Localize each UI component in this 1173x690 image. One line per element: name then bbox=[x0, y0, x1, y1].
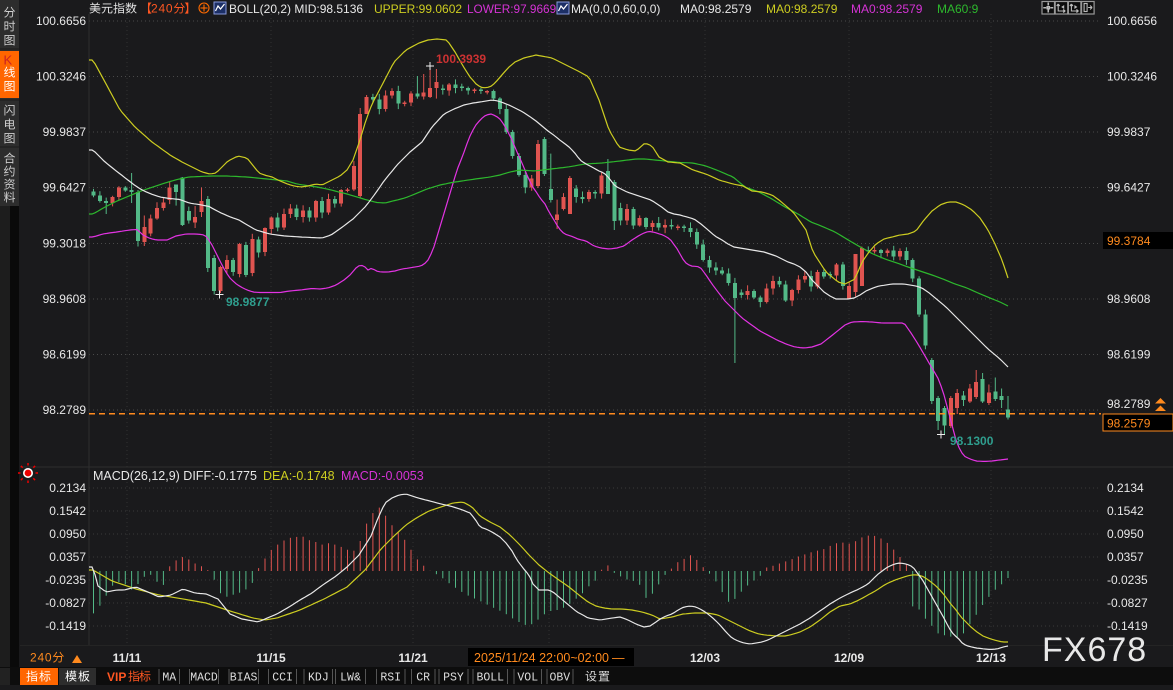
svg-text:MACD:-0.0053: MACD:-0.0053 bbox=[341, 469, 424, 483]
svg-text:99.3784: 99.3784 bbox=[1107, 234, 1151, 248]
svg-text:MA(0,0,0,60,0,0): MA(0,0,0,60,0,0) bbox=[571, 2, 660, 16]
svg-text:100.3246: 100.3246 bbox=[1107, 70, 1157, 84]
svg-text:11/21: 11/21 bbox=[398, 651, 428, 665]
svg-text:MACD: MACD bbox=[190, 672, 218, 685]
svg-text:RSI: RSI bbox=[380, 672, 401, 685]
svg-text:99.6427: 99.6427 bbox=[1107, 181, 1151, 195]
svg-text:98.6199: 98.6199 bbox=[1107, 347, 1151, 361]
svg-text:99.9837: 99.9837 bbox=[1107, 125, 1151, 139]
svg-text:MA: MA bbox=[162, 672, 176, 685]
svg-text:MA0:98.2579: MA0:98.2579 bbox=[766, 2, 838, 16]
svg-text:100.3246: 100.3246 bbox=[36, 70, 86, 84]
svg-text:BOLL(20,2) MID:98.5136: BOLL(20,2) MID:98.5136 bbox=[229, 2, 363, 16]
svg-text:CCI: CCI bbox=[272, 672, 293, 685]
svg-text:0.2134: 0.2134 bbox=[49, 481, 86, 495]
svg-text:2025/11/24 22:00~02:00: 2025/11/24 22:00~02:00 bbox=[474, 651, 609, 665]
svg-text:K: K bbox=[4, 52, 13, 67]
svg-text:—: — bbox=[612, 651, 625, 665]
svg-text:11/11: 11/11 bbox=[113, 651, 142, 665]
svg-text:BIAS: BIAS bbox=[230, 672, 258, 685]
svg-text:-0.0827: -0.0827 bbox=[45, 596, 86, 610]
svg-text:DEA:-0.1748: DEA:-0.1748 bbox=[263, 469, 335, 483]
svg-text:0.2134: 0.2134 bbox=[1107, 481, 1144, 495]
svg-text:-0.0235: -0.0235 bbox=[1107, 573, 1148, 587]
svg-text:0.1542: 0.1542 bbox=[1107, 504, 1144, 518]
svg-text:0.0357: 0.0357 bbox=[1107, 550, 1144, 564]
svg-text:0.0950: 0.0950 bbox=[49, 527, 86, 541]
svg-text:FX678: FX678 bbox=[1042, 631, 1147, 669]
svg-text:99.9837: 99.9837 bbox=[43, 125, 87, 139]
svg-text:MACD(26,12,9) DIFF:-0.1775: MACD(26,12,9) DIFF:-0.1775 bbox=[93, 469, 257, 483]
svg-text:100.6656: 100.6656 bbox=[36, 14, 86, 28]
svg-text:99.3018: 99.3018 bbox=[43, 236, 87, 250]
svg-text:98.9608: 98.9608 bbox=[43, 292, 87, 306]
svg-text:-0.0235: -0.0235 bbox=[45, 573, 86, 587]
svg-text:99.6427: 99.6427 bbox=[43, 181, 87, 195]
svg-text:0: 0 bbox=[45, 651, 52, 665]
svg-text:0.0357: 0.0357 bbox=[49, 550, 86, 564]
svg-text:98.9608: 98.9608 bbox=[1107, 292, 1151, 306]
svg-text:12/09: 12/09 bbox=[834, 651, 864, 665]
svg-text:VOL: VOL bbox=[517, 672, 538, 685]
svg-text:-0.0827: -0.0827 bbox=[1107, 596, 1148, 610]
svg-text:98.1300: 98.1300 bbox=[950, 434, 994, 448]
svg-text:100.3939: 100.3939 bbox=[436, 52, 486, 66]
svg-text:98.2579: 98.2579 bbox=[1107, 417, 1151, 431]
svg-text:LOWER:97.9669: LOWER:97.9669 bbox=[467, 2, 556, 16]
svg-text:4: 4 bbox=[37, 651, 44, 665]
svg-text:VIP: VIP bbox=[107, 670, 126, 684]
svg-text:BOLL: BOLL bbox=[476, 672, 504, 685]
svg-text:MA60:9: MA60:9 bbox=[937, 2, 979, 16]
svg-text:OBV: OBV bbox=[549, 672, 570, 685]
svg-text:4: 4 bbox=[158, 2, 165, 16]
svg-text:UPPER:99.0602: UPPER:99.0602 bbox=[374, 2, 462, 16]
svg-text:100.6656: 100.6656 bbox=[1107, 14, 1157, 28]
svg-text:PSY: PSY bbox=[443, 672, 464, 685]
svg-text:0.0950: 0.0950 bbox=[1107, 527, 1144, 541]
svg-text:98.2789: 98.2789 bbox=[1107, 397, 1151, 411]
svg-text:0.1542: 0.1542 bbox=[49, 504, 86, 518]
svg-text:11/15: 11/15 bbox=[256, 651, 286, 665]
svg-text:2: 2 bbox=[151, 2, 158, 16]
svg-text:KDJ: KDJ bbox=[308, 672, 329, 685]
svg-text:LW&: LW& bbox=[340, 672, 361, 685]
svg-text:MA0:98.2579: MA0:98.2579 bbox=[680, 2, 752, 16]
svg-text:CR: CR bbox=[416, 672, 430, 685]
svg-text:2: 2 bbox=[30, 651, 37, 665]
svg-text:12/13: 12/13 bbox=[976, 651, 1006, 665]
svg-text:-0.1419: -0.1419 bbox=[45, 619, 86, 633]
svg-text:MA0:98.2579: MA0:98.2579 bbox=[851, 2, 923, 16]
svg-text:12/03: 12/03 bbox=[690, 651, 720, 665]
svg-text:98.9877: 98.9877 bbox=[226, 295, 270, 309]
svg-text:98.6199: 98.6199 bbox=[43, 347, 87, 361]
svg-text:0: 0 bbox=[166, 2, 173, 16]
svg-text:98.2789: 98.2789 bbox=[43, 403, 87, 417]
